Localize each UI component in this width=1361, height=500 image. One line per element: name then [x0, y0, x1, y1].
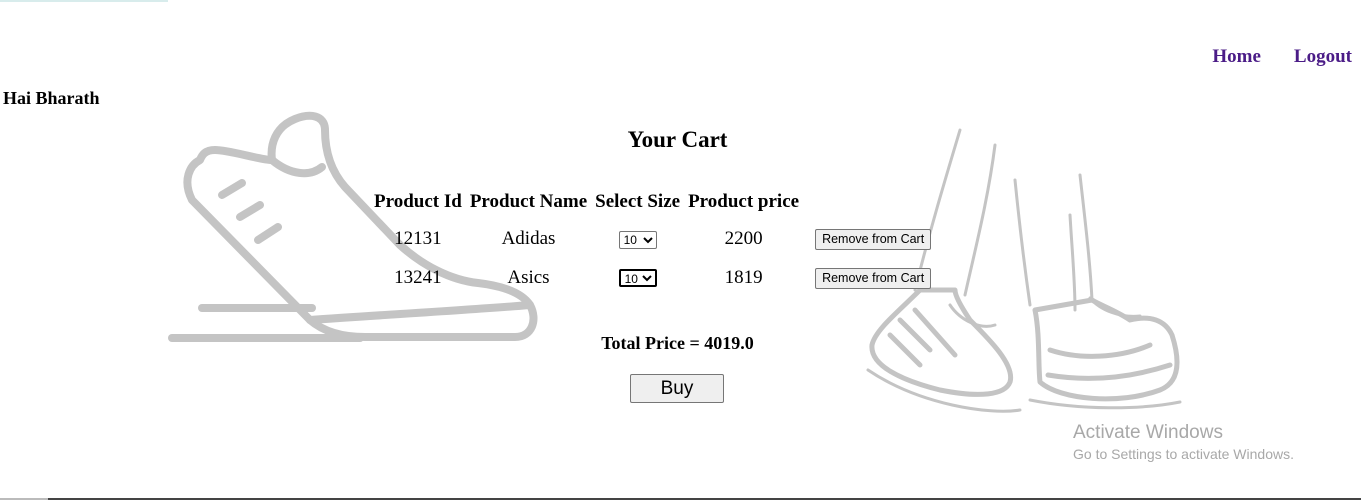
- size-cell: 10: [595, 223, 680, 254]
- top-nav: Home Logout: [1212, 46, 1352, 68]
- action-cell: Remove from Cart: [807, 262, 932, 293]
- watermark-title: Activate Windows: [1073, 422, 1223, 443]
- size-select[interactable]: 10: [618, 268, 657, 287]
- header-select-size: Select Size: [595, 190, 681, 212]
- product-id-cell: 12131: [394, 227, 442, 249]
- header-action: [807, 188, 931, 215]
- table-header-row: Product Id Product Name Select Size Prod…: [374, 188, 931, 215]
- watermark-subtitle: Go to Settings to activate Windows.: [1073, 446, 1294, 462]
- product-id-cell: 13241: [394, 266, 442, 288]
- table-row: 13241 Asics 10 1819 Remove from Cart: [374, 262, 932, 293]
- header-product-id: Product Id: [374, 190, 462, 212]
- table-row: 12131 Adidas 10 2200 Remove from Cart: [374, 223, 932, 254]
- total-price: Total Price = 4019.0: [601, 333, 754, 353]
- user-greeting: Hai Bharath: [3, 88, 100, 108]
- cart-table: Product Id Product Name Select Size Prod…: [366, 180, 939, 301]
- product-price-cell: 2200: [724, 227, 763, 249]
- logout-link[interactable]: Logout: [1294, 46, 1352, 68]
- product-price-cell: 1819: [724, 266, 763, 288]
- page-title: Your Cart: [627, 127, 728, 152]
- activate-windows-watermark: Activate Windows Go to Settings to activ…: [1073, 422, 1294, 462]
- header-product-price: Product price: [688, 190, 800, 212]
- product-name-cell: Asics: [507, 266, 550, 288]
- size-cell: 10: [595, 262, 680, 293]
- size-select[interactable]: 10: [618, 230, 657, 249]
- home-link[interactable]: Home: [1212, 46, 1261, 68]
- header-product-name: Product Name: [469, 190, 588, 212]
- action-cell: Remove from Cart: [807, 223, 932, 254]
- remove-from-cart-button[interactable]: Remove from Cart: [815, 267, 932, 289]
- remove-from-cart-button[interactable]: Remove from Cart: [815, 228, 932, 250]
- product-name-cell: Adidas: [501, 227, 556, 249]
- buy-button[interactable]: Buy: [630, 374, 724, 403]
- top-edge-strip: [0, 0, 168, 2]
